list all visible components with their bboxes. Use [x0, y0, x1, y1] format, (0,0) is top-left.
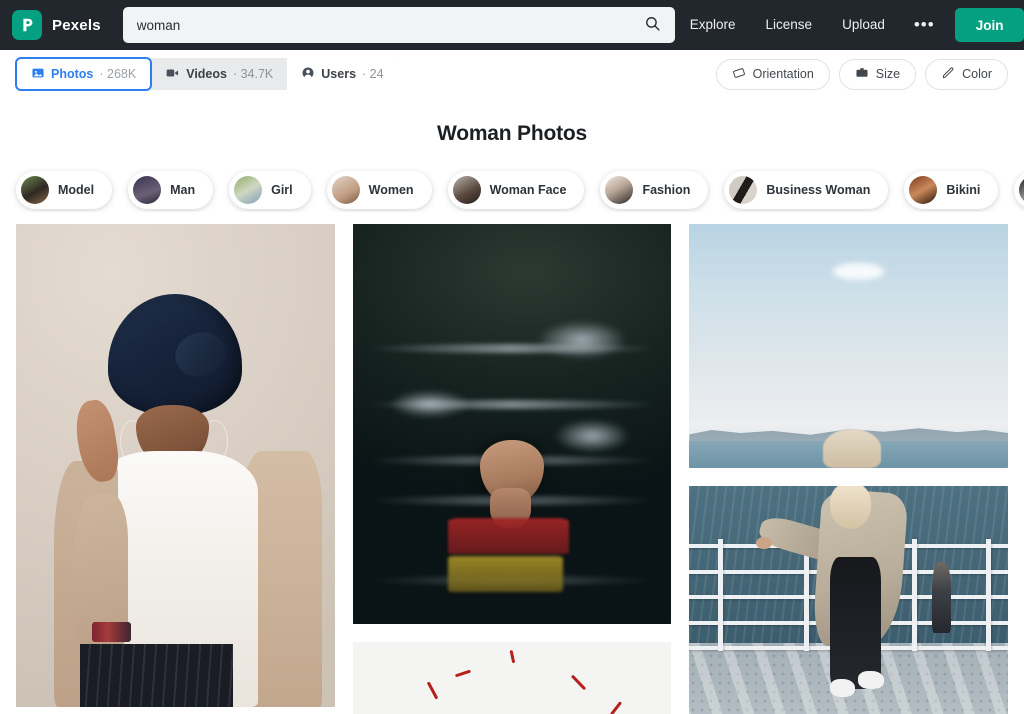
tag-avatar — [605, 176, 634, 204]
tag-avatar — [452, 176, 481, 204]
cloud-shape — [832, 263, 884, 281]
tag-label: Business Woman — [766, 183, 871, 197]
page-title: Woman Photos — [436, 122, 588, 145]
railing-post — [718, 539, 724, 652]
water-ripple — [365, 344, 659, 353]
tag-chip-fashion[interactable]: Fashion — [600, 171, 709, 209]
tag-label: Girl — [271, 183, 293, 197]
filter-color-label: Color — [962, 67, 992, 81]
grid-column-2 — [352, 224, 672, 714]
water-sheen — [518, 312, 646, 368]
tag-avatar — [234, 176, 263, 204]
photo-card-woman-floating-water[interactable] — [352, 224, 672, 624]
brand-logo[interactable]: Pexels — [12, 10, 101, 40]
photo-card-woman-ferry-deck[interactable]: 科技兔 — [689, 486, 1009, 714]
primary-nav: Explore License Upload ••• Join — [675, 0, 1024, 50]
filter-size-label: Size — [875, 67, 901, 81]
photo-card-sky-over-sea[interactable] — [689, 224, 1009, 468]
tab-photos[interactable]: Photos · 268K — [15, 57, 153, 91]
tag-label: Women — [368, 183, 414, 197]
video-camera-icon — [165, 66, 180, 83]
tag-chip-business-woman[interactable]: Business Woman — [724, 171, 889, 209]
search-bar[interactable] — [122, 7, 675, 43]
tab-videos-count: · 34.7K — [232, 67, 274, 81]
tab-users-label: Users — [321, 67, 357, 81]
tab-photos-count: · 268K — [99, 67, 137, 81]
grid-column-3: 科技兔 — [689, 224, 1009, 714]
brand-name: Pexels — [52, 16, 101, 34]
railing-post — [985, 539, 991, 652]
tag-avatar — [1019, 176, 1024, 204]
tag-avatar — [331, 176, 360, 204]
hair-shape — [823, 428, 881, 468]
railing-post — [912, 539, 918, 652]
user-circle-icon — [301, 66, 315, 83]
tab-users-count: · 24 — [362, 67, 384, 81]
filter-size[interactable]: Size — [838, 58, 917, 90]
tag-label: Woman Face — [489, 183, 567, 197]
tag-label: Man — [170, 183, 196, 197]
tag-avatar — [909, 176, 938, 204]
water-ripple — [365, 400, 659, 409]
nav-link-explore[interactable]: Explore — [675, 0, 751, 50]
search-subbar: Photos · 268K Videos · 34.7K Users · 24 … — [0, 50, 1024, 98]
image-icon — [31, 66, 45, 83]
tag-label: Fashion — [642, 183, 691, 197]
tag-avatar — [21, 176, 49, 204]
filter-color[interactable]: Color — [925, 58, 1008, 90]
filter-orientation[interactable]: Orientation — [715, 58, 830, 90]
photo-card-woman-headwrap[interactable] — [16, 224, 335, 707]
tag-avatar — [729, 176, 758, 204]
search-input[interactable] — [122, 7, 631, 43]
more-menu-icon[interactable]: ••• — [900, 0, 949, 50]
grid-column-1 — [16, 224, 335, 707]
result-type-tabs: Photos · 268K Videos · 34.7K Users · 24 — [15, 57, 398, 91]
yellow-garment-shape — [448, 556, 563, 592]
tag-chip-erotic[interactable]: Erotic — [1014, 171, 1024, 209]
search-icon — [644, 15, 661, 35]
related-tags-row[interactable]: Model Man Girl Women Woman Face Fashion … — [0, 168, 1024, 212]
pants-shape — [829, 557, 881, 690]
size-icon — [855, 66, 869, 83]
tag-chip-man[interactable]: Man — [128, 171, 214, 209]
tab-users[interactable]: Users · 24 — [287, 58, 398, 90]
tag-label: Model — [58, 183, 95, 197]
join-button[interactable]: Join — [954, 8, 1024, 42]
tag-chip-women[interactable]: Women — [326, 171, 432, 209]
filter-orientation-label: Orientation — [752, 67, 814, 81]
tag-chip-girl[interactable]: Girl — [229, 171, 311, 209]
tag-label: Bikini — [946, 183, 981, 197]
red-garment-shape — [448, 518, 570, 554]
site-header: Pexels Explore License Upload ••• Join — [0, 0, 1024, 50]
tab-photos-label: Photos — [51, 67, 94, 81]
water-sheen — [537, 412, 646, 460]
nav-link-license[interactable]: License — [751, 0, 828, 50]
nav-link-upload[interactable]: Upload — [827, 0, 900, 50]
orientation-icon — [732, 66, 746, 83]
color-pen-icon — [941, 66, 955, 83]
tab-videos-label: Videos — [186, 67, 227, 81]
tag-avatar — [133, 176, 162, 204]
pexels-search-page: Pexels Explore License Upload ••• Join — [0, 0, 1024, 714]
striped-skirt-shape — [79, 644, 233, 707]
background-person-shape — [931, 562, 951, 634]
shoe-shape — [858, 671, 884, 690]
tag-chip-woman-face[interactable]: Woman Face — [447, 171, 585, 209]
watch-shape — [92, 622, 131, 642]
tag-chip-bikini[interactable]: Bikini — [904, 171, 999, 209]
shoe-shape — [829, 679, 856, 697]
tag-chip-model[interactable]: Model — [16, 171, 113, 209]
pexels-logo-icon — [12, 10, 42, 40]
tab-videos[interactable]: Videos · 34.7K — [151, 58, 287, 90]
photo-results-grid: 科技兔 — [0, 224, 1024, 714]
filter-group: Orientation Size Color — [715, 58, 1008, 90]
search-submit-button[interactable] — [631, 7, 675, 43]
photo-card-red-saffron-threads[interactable] — [352, 642, 672, 714]
